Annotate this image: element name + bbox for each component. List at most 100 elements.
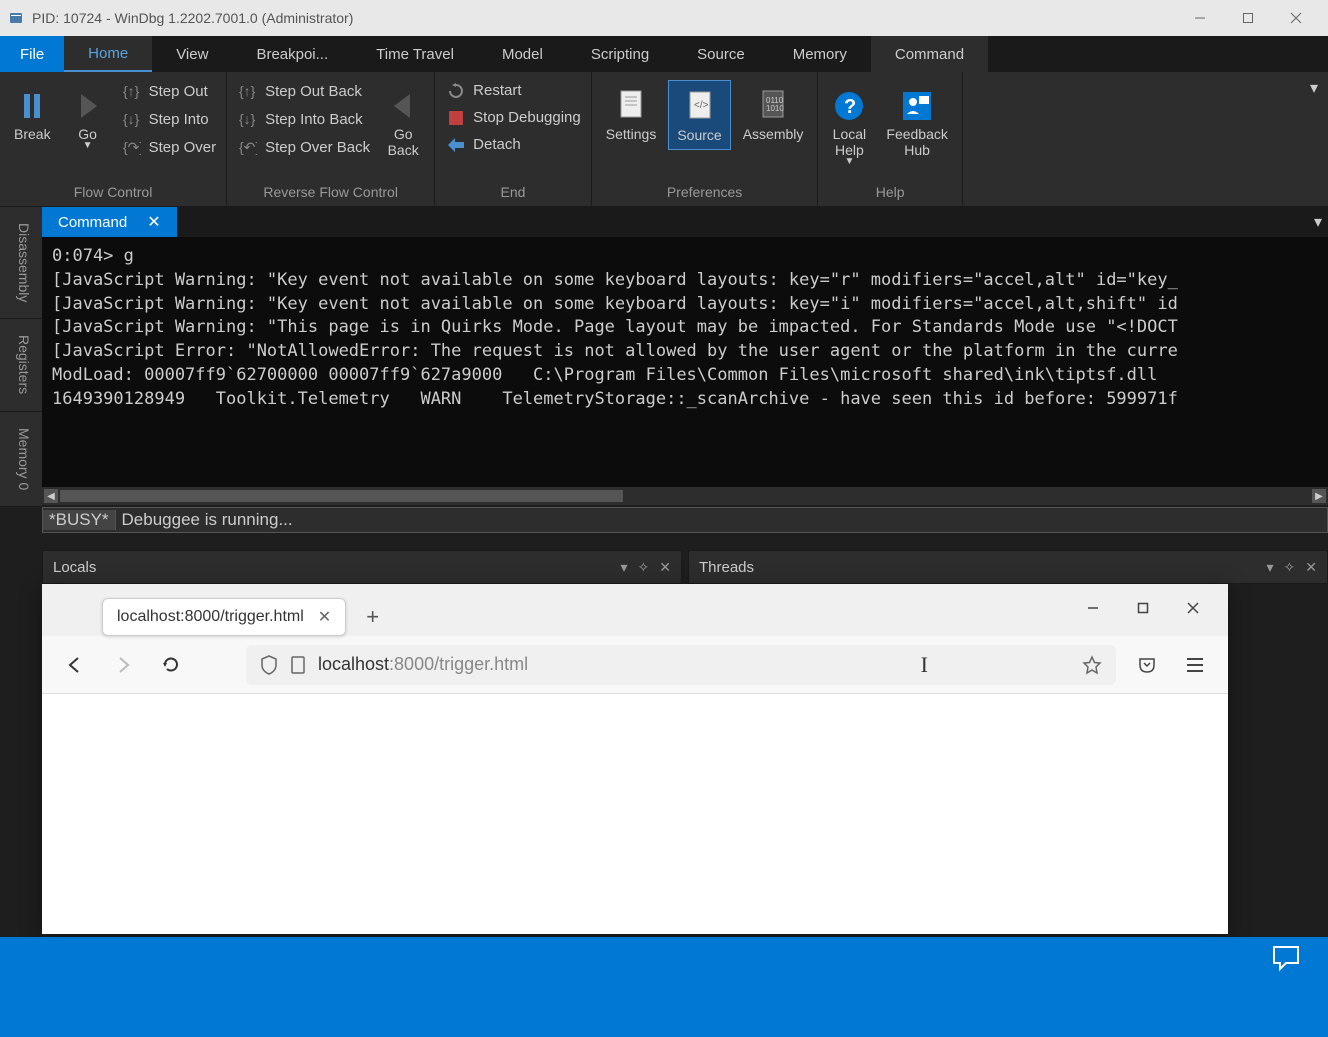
ribbon-label: Help (824, 180, 955, 206)
window-titlebar: PID: 10724 - WinDbg 1.2202.7001.0 (Admin… (0, 0, 1328, 36)
menu-model[interactable]: Model (478, 36, 567, 72)
scroll-thumb[interactable] (60, 490, 623, 502)
ribbon-group-prefs: Settings </> Source 01101010 Assembly Pr… (592, 72, 819, 206)
svg-text:</>: </> (694, 100, 709, 111)
step-out-back-button[interactable]: {↑}Step Out Back (233, 80, 374, 102)
menu-time-travel[interactable]: Time Travel (352, 36, 478, 72)
svg-text:{↷}: {↷} (123, 139, 141, 155)
page-icon (290, 655, 306, 675)
menu-breakpoints[interactable]: Breakpoi... (232, 36, 352, 72)
ribbon-chevron[interactable]: ▾ (1300, 72, 1328, 206)
close-icon[interactable]: ✕ (659, 559, 671, 576)
close-icon[interactable]: ✕ (1305, 559, 1317, 576)
restart-icon (445, 83, 467, 99)
step-over-back-icon: {↶} (237, 138, 259, 156)
forward-button[interactable] (106, 648, 140, 682)
close-button[interactable] (1272, 0, 1320, 36)
step-out-button[interactable]: {↑}Step Out (117, 80, 221, 102)
svg-text:{↓}: {↓} (239, 111, 256, 127)
step-out-icon: {↑} (121, 82, 143, 100)
go-button[interactable]: Go ▼ (63, 80, 113, 157)
menu-file[interactable]: File (0, 36, 64, 72)
menu-view[interactable]: View (152, 36, 232, 72)
source-code-icon: </> (686, 87, 714, 127)
svg-text:?: ? (844, 96, 856, 118)
menu-memory[interactable]: Memory (769, 36, 871, 72)
browser-tab[interactable]: localhost:8000/trigger.html ✕ (102, 598, 346, 636)
close-icon[interactable]: ✕ (318, 607, 331, 627)
stop-debugging-button[interactable]: Stop Debugging (441, 107, 585, 128)
feedback-hub-button[interactable]: Feedback Hub (878, 80, 955, 164)
document-gear-icon (617, 86, 645, 126)
panel-title: Threads (699, 559, 754, 576)
scroll-right-icon[interactable]: ▶ (1312, 489, 1326, 503)
url-bar[interactable]: localhost:8000/trigger.html I (246, 645, 1116, 685)
ribbon-group-reverse: {↑}Step Out Back {↓}Step Into Back {↶}St… (227, 72, 435, 206)
step-into-back-button[interactable]: {↓}Step Into Back (233, 108, 374, 130)
chevron-down-icon: ▼ (844, 156, 854, 167)
pin-icon[interactable]: ✧ (1284, 559, 1296, 576)
back-button[interactable] (58, 648, 92, 682)
binary-icon: 01101010 (759, 86, 787, 126)
browser-minimize-button[interactable] (1068, 590, 1118, 626)
step-over-icon: {↷} (121, 138, 143, 156)
play-icon (77, 86, 99, 126)
locals-panel: Locals ▾ ✧ ✕ (42, 550, 682, 584)
help-icon: ? (833, 86, 865, 126)
go-back-button[interactable]: Go Back (378, 80, 428, 164)
command-output[interactable]: 0:074> g [JavaScript Warning: "Key event… (42, 237, 1328, 487)
settings-button[interactable]: Settings (598, 80, 665, 148)
shield-icon[interactable] (260, 655, 278, 675)
taskbar (0, 937, 1328, 1037)
step-over-back-button[interactable]: {↶}Step Over Back (233, 136, 374, 158)
horizontal-scrollbar[interactable]: ◀ ▶ (42, 487, 1328, 505)
minimize-button[interactable] (1176, 0, 1224, 36)
ribbon-label: Reverse Flow Control (233, 180, 428, 206)
detach-button[interactable]: Detach (441, 134, 585, 155)
detach-icon (445, 138, 467, 152)
ribbon: Break Go ▼ {↑}Step Out {↓}Step Into {↷}S… (0, 72, 1328, 207)
source-mode-button[interactable]: </> Source (668, 80, 730, 150)
menu-home[interactable]: Home (64, 36, 152, 72)
svg-text:{↑}: {↑} (123, 83, 140, 99)
ribbon-label: Preferences (598, 180, 812, 206)
sidebar-tab-memory[interactable]: Memory 0 (0, 412, 42, 507)
command-tab[interactable]: Command ✕ (42, 207, 177, 237)
panel-dropdown-icon[interactable]: ▾ (621, 559, 628, 576)
close-icon[interactable]: ✕ (147, 212, 160, 232)
sidebar: Disassembly Registers Memory 0 (0, 207, 42, 507)
reload-button[interactable] (154, 648, 188, 682)
pin-icon[interactable]: ✧ (638, 559, 650, 576)
sidebar-tab-disassembly[interactable]: Disassembly (0, 207, 42, 319)
scroll-left-icon[interactable]: ◀ (44, 489, 58, 503)
panel-dropdown[interactable]: ▾ (1314, 212, 1328, 232)
ribbon-group-help: ? Local Help ▼ Feedback Hub Help (818, 72, 962, 206)
menu-source[interactable]: Source (673, 36, 769, 72)
restart-button[interactable]: Restart (441, 80, 585, 101)
status-busy: *BUSY* (43, 510, 116, 530)
ribbon-label: Flow Control (6, 180, 220, 206)
command-panel: Command ✕ ▾ 0:074> g [JavaScript Warning… (42, 207, 1328, 533)
step-over-button[interactable]: {↷}Step Over (117, 136, 221, 158)
menu-command[interactable]: Command (871, 36, 988, 72)
step-into-button[interactable]: {↓}Step Into (117, 108, 221, 130)
sidebar-tab-registers[interactable]: Registers (0, 319, 42, 411)
local-help-button[interactable]: ? Local Help ▼ (824, 80, 874, 173)
step-out-back-icon: {↑} (237, 82, 259, 100)
hamburger-menu-icon[interactable] (1178, 648, 1212, 682)
svg-text:{↑}: {↑} (239, 83, 256, 99)
new-tab-button[interactable]: + (360, 598, 385, 636)
browser-close-button[interactable] (1168, 590, 1218, 626)
assembly-mode-button[interactable]: 01101010 Assembly (735, 80, 812, 148)
menu-scripting[interactable]: Scripting (567, 36, 673, 72)
bookmark-star-icon[interactable] (1082, 655, 1102, 675)
pocket-icon[interactable] (1130, 648, 1164, 682)
ribbon-group-end: Restart Stop Debugging Detach End (435, 72, 592, 206)
url-path: :8000/trigger.html (389, 654, 528, 675)
lower-panels: Locals ▾ ✧ ✕ Threads ▾ ✧ ✕ (42, 550, 1328, 584)
browser-maximize-button[interactable] (1118, 590, 1168, 626)
break-button[interactable]: Break (6, 80, 59, 148)
chat-icon[interactable] (1272, 945, 1300, 971)
panel-dropdown-icon[interactable]: ▾ (1267, 559, 1274, 576)
maximize-button[interactable] (1224, 0, 1272, 36)
